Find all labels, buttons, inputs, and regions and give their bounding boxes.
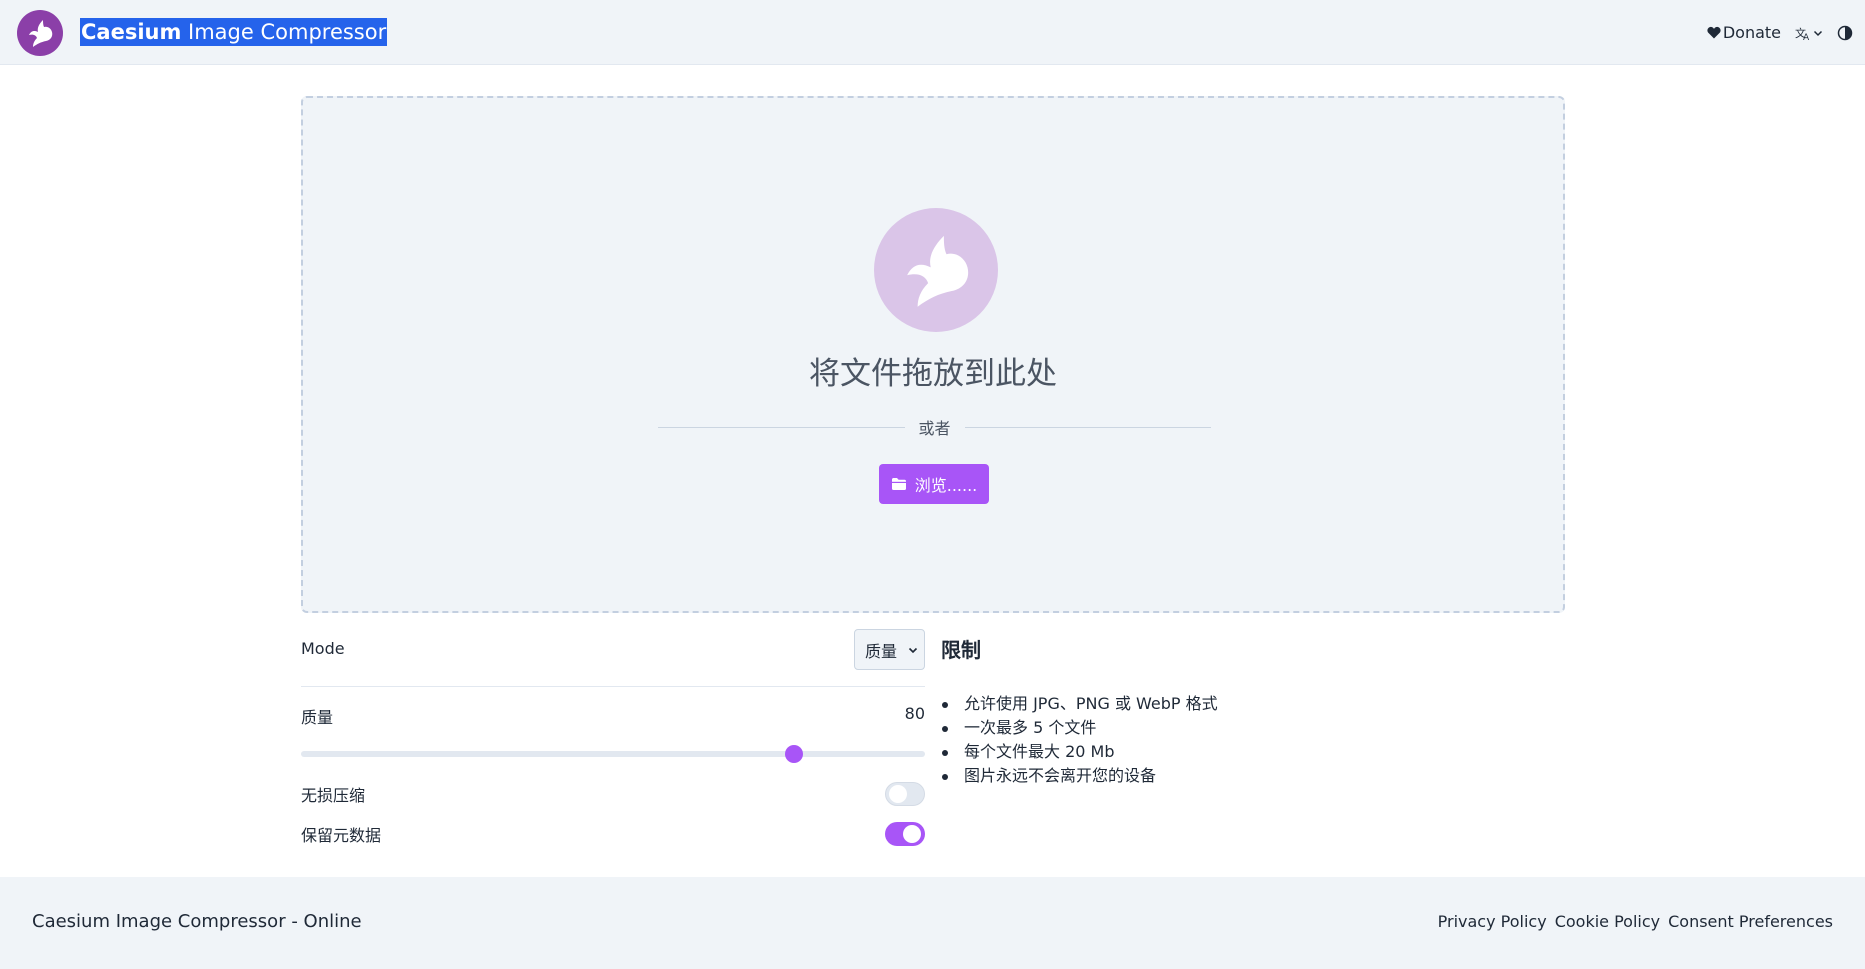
mode-selected-value: 质量 — [865, 641, 898, 661]
limits-title: 限制 — [941, 638, 981, 662]
footer-app-name: Caesium Image Compressor - Online — [32, 911, 362, 932]
quality-label: 质量 — [301, 708, 334, 727]
brand-bold-text: Caesium — [81, 20, 182, 44]
drop-files-title: 将文件拖放到此处 — [809, 356, 1057, 392]
keep-metadata-label: 保留元数据 — [301, 826, 382, 845]
mode-select[interactable]: 质量 — [854, 629, 925, 670]
lossless-label: 无损压缩 — [301, 786, 366, 805]
theme-toggle-button[interactable] — [1837, 25, 1853, 41]
divider-line — [964, 426, 1212, 428]
mode-label: Mode — [301, 639, 345, 658]
heart-icon — [1707, 26, 1721, 39]
list-item: 每个文件最大 20 Mb — [941, 740, 1441, 764]
page-footer: Caesium Image Compressor - Online Privac… — [0, 877, 1865, 969]
quality-value: 80 — [904, 704, 925, 723]
limits-panel: 限制 允许使用 JPG、PNG 或 WebP 格式 一次最多 5 个文件 每个文… — [941, 636, 1441, 788]
divider-line — [658, 426, 905, 428]
chevron-down-icon — [1813, 30, 1823, 36]
list-item: 允许使用 JPG、PNG 或 WebP 格式 — [941, 692, 1441, 716]
quality-slider-track[interactable] — [301, 751, 925, 757]
cookie-policy-link[interactable]: Cookie Policy — [1555, 912, 1660, 931]
or-text: 或者 — [918, 419, 951, 438]
mode-row: Mode 质量 — [301, 628, 925, 687]
header-actions: Donate 文 A — [1707, 0, 1853, 65]
app-brand-title[interactable]: Caesium Image Compressor — [80, 18, 388, 46]
caesium-logo-icon[interactable] — [17, 10, 63, 56]
limits-list: 允许使用 JPG、PNG 或 WebP 格式 一次最多 5 个文件 每个文件最大… — [941, 692, 1441, 788]
caesium-logo-icon — [874, 208, 998, 332]
svg-text:A: A — [1803, 33, 1810, 41]
donate-link[interactable]: Donate — [1707, 23, 1781, 42]
toggle-knob — [903, 825, 921, 843]
top-navbar: Caesium Image Compressor Donate 文 A — [0, 0, 1865, 65]
toggle-knob — [889, 785, 907, 803]
translate-icon: 文 A — [1795, 26, 1810, 41]
list-item: 一次最多 5 个文件 — [941, 716, 1441, 740]
folder-icon — [891, 478, 906, 490]
lossless-toggle[interactable] — [885, 782, 925, 806]
donate-label: Donate — [1722, 23, 1781, 42]
or-divider: 或者 — [658, 416, 1212, 438]
list-item: 图片永远不会离开您的设备 — [941, 764, 1441, 788]
keep-metadata-toggle[interactable] — [885, 822, 925, 846]
privacy-policy-link[interactable]: Privacy Policy — [1438, 912, 1547, 931]
file-dropzone[interactable]: 将文件拖放到此处 或者 浏览...... — [301, 96, 1565, 613]
chevron-down-icon — [908, 647, 918, 653]
footer-links: Privacy Policy Cookie Policy Consent Pre… — [1438, 912, 1833, 931]
browse-label: 浏览...... — [914, 476, 978, 495]
consent-preferences-link[interactable]: Consent Preferences — [1668, 912, 1833, 931]
language-dropdown[interactable]: 文 A — [1795, 25, 1823, 41]
contrast-icon — [1837, 25, 1853, 40]
browse-button[interactable]: 浏览...... — [879, 464, 989, 504]
brand-rest-text: Image Compressor — [181, 20, 387, 44]
quality-slider-thumb[interactable] — [784, 745, 803, 763]
